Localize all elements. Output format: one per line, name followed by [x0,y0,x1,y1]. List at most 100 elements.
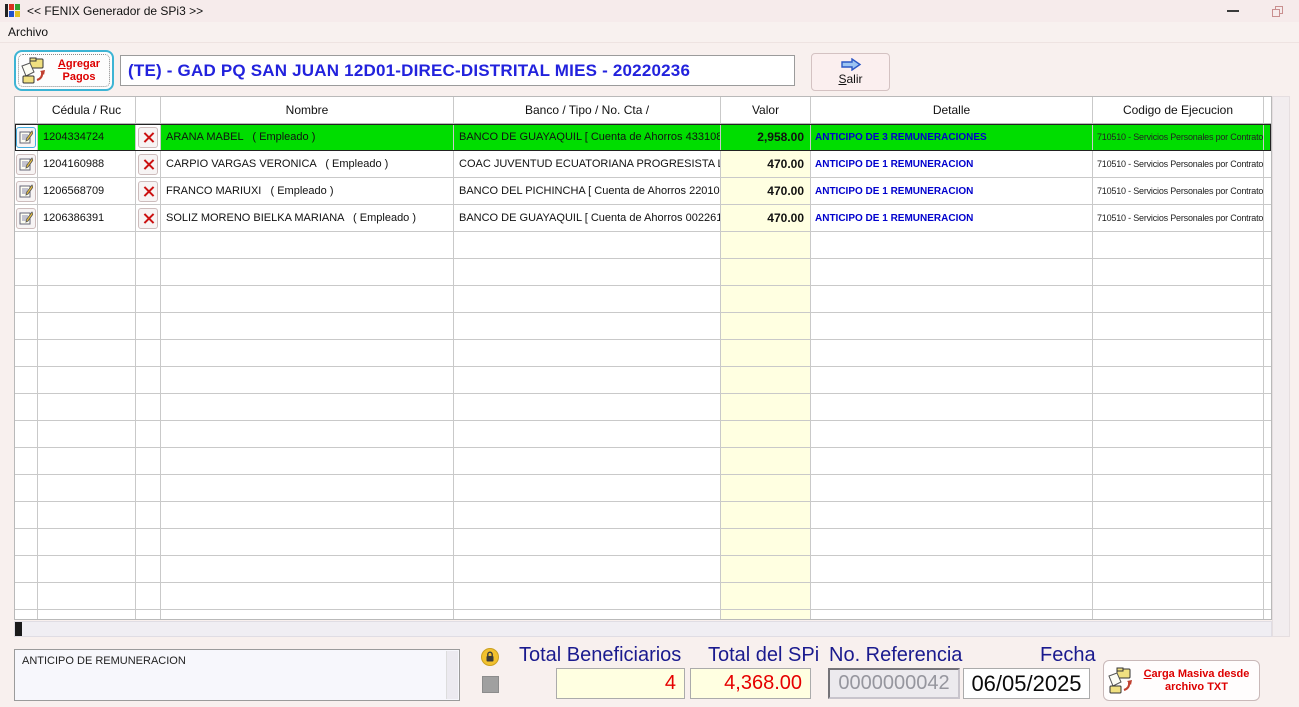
empty-table-row[interactable] [15,556,1271,583]
valor-cell: 470.00 [721,205,811,232]
title-bar: << FENIX Generador de SPi3 >> [0,0,1299,22]
header-edit-col [15,97,38,124]
vertical-scrollbar[interactable] [1272,96,1290,637]
delete-x-icon [143,132,154,143]
restore-button[interactable] [1255,0,1299,22]
empty-table-row[interactable] [15,367,1271,394]
minimize-button[interactable] [1211,0,1255,22]
edit-row-button[interactable] [16,181,36,202]
codigo-cell: 710510 - Servicios Personales por Contra… [1093,205,1264,232]
header-extra-col [1264,97,1272,124]
delete-row-button[interactable] [138,208,158,229]
app-logo-icon [5,4,21,18]
extra-cell [1264,178,1272,205]
empty-table-row[interactable] [15,232,1271,259]
salir-button[interactable]: Salir [811,53,890,91]
detalle-cell: ANTICIPO DE 1 REMUNERACION [811,151,1093,178]
empty-table-row[interactable] [15,610,1271,620]
lock-icon [481,648,499,666]
empty-table-row[interactable] [15,529,1271,556]
delete-row-button[interactable] [138,181,158,202]
cedula-cell: 1204160988 [38,151,136,178]
detalle-cell: ANTICIPO DE 3 REMUNERACIONES [811,124,1093,151]
edit-cell [15,205,38,232]
detalle-cell: ANTICIPO DE 1 REMUNERACION [811,205,1093,232]
nombre-cell: SOLIZ MORENO BIELKA MARIANA ( Empleado ) [161,205,454,232]
detail-textarea[interactable]: ANTICIPO DE REMUNERACION [14,649,460,701]
edit-record-icon [19,211,33,225]
window-title: << FENIX Generador de SPi3 >> [27,4,203,18]
total-beneficiarios-label: Total Beneficiarios [519,644,681,666]
carga-masiva-button[interactable]: Carga Masiva desdearchivo TXT [1103,660,1260,701]
delete-x-icon [143,186,154,197]
empty-table-row[interactable] [15,340,1271,367]
delete-cell [136,178,161,205]
empty-table-row[interactable] [15,394,1271,421]
no-referencia-label: No. Referencia [829,644,962,666]
header-detalle: Detalle [811,97,1093,124]
edit-cell [15,124,38,151]
cedula-cell: 1206386391 [38,205,136,232]
salir-label: Salir [838,72,862,86]
status-indicator-square [482,676,499,693]
entity-field[interactable]: (TE) - GAD PQ SAN JUAN 12D01-DIREC-DISTR… [120,55,795,86]
cedula-cell: 1206568709 [38,178,136,205]
nombre-cell: FRANCO MARIUXI ( Empleado ) [161,178,454,205]
edit-cell [15,151,38,178]
table-row[interactable]: 1204160988 CARPIO VARGAS VERONICA ( Empl… [15,151,1271,178]
valor-cell: 2,958.00 [721,124,811,151]
empty-table-row[interactable] [15,313,1271,340]
empty-table-row[interactable] [15,286,1271,313]
nombre-cell: ARANA MABEL ( Empleado ) [161,124,454,151]
detalle-cell: ANTICIPO DE 1 REMUNERACION [811,178,1093,205]
detail-textarea-scrollbar[interactable] [446,651,458,699]
horizontal-scrollbar-thumb[interactable] [15,622,22,636]
focus-outline [18,54,110,87]
banco-cell: BANCO DE GUAYAQUIL [ Cuenta de Ahorros 0… [454,205,721,232]
valor-cell: 470.00 [721,178,811,205]
total-spi-label: Total del SPi [708,644,819,666]
delete-cell [136,151,161,178]
extra-cell [1264,151,1272,178]
header-nombre: Nombre [161,97,454,124]
edit-record-icon [19,184,33,198]
delete-row-button[interactable] [138,127,158,148]
detail-text: ANTICIPO DE REMUNERACION [22,655,186,667]
nombre-cell: CARPIO VARGAS VERONICA ( Empleado ) [161,151,454,178]
cedula-cell: 1204334724 [38,124,136,151]
empty-table-row[interactable] [15,421,1271,448]
fecha-label: Fecha [1040,644,1096,666]
arrow-right-icon [840,58,862,71]
header-banco: Banco / Tipo / No. Cta / [454,97,721,124]
fecha-field[interactable]: 06/05/2025 [963,668,1090,699]
delete-x-icon [143,159,154,170]
banco-cell: BANCO DE GUAYAQUIL [ Cuenta de Ahorros 4… [454,124,721,151]
folder-pair-arrow-icon [1107,666,1137,696]
grid-header-row: Cédula / Ruc Nombre Banco / Tipo / No. C… [15,97,1271,124]
empty-table-row[interactable] [15,259,1271,286]
table-row[interactable]: 1206386391 SOLIZ MORENO BIELKA MARIANA (… [15,205,1271,232]
header-valor: Valor [721,97,811,124]
extra-cell [1264,205,1272,232]
edit-row-button[interactable] [16,154,36,175]
horizontal-scrollbar[interactable] [14,621,1272,637]
delete-row-button[interactable] [138,154,158,175]
empty-table-row[interactable] [15,583,1271,610]
total-spi-field: 4,368.00 [690,668,811,699]
table-row[interactable]: 1204334724 ARANA MABEL ( Empleado ) BANC… [15,124,1271,151]
menu-archivo[interactable]: Archivo [0,23,56,41]
empty-table-row[interactable] [15,475,1271,502]
table-row[interactable]: 1206568709 FRANCO MARIUXI ( Empleado ) B… [15,178,1271,205]
delete-cell [136,124,161,151]
banco-cell: COAC JUVENTUD ECUATORIANA PROGRESISTA LT… [454,151,721,178]
empty-table-row[interactable] [15,448,1271,475]
minimize-icon [1227,10,1239,12]
empty-table-row[interactable] [15,502,1271,529]
agregar-pagos-button[interactable]: AgregarPagos [14,50,114,91]
codigo-cell: 710510 - Servicios Personales por Contra… [1093,151,1264,178]
extra-cell [1264,124,1272,151]
header-codigo: Codigo de Ejecucion [1093,97,1264,124]
edit-row-button[interactable] [16,127,36,148]
edit-row-button[interactable] [16,208,36,229]
no-referencia-field: 0000000042 [828,668,960,699]
